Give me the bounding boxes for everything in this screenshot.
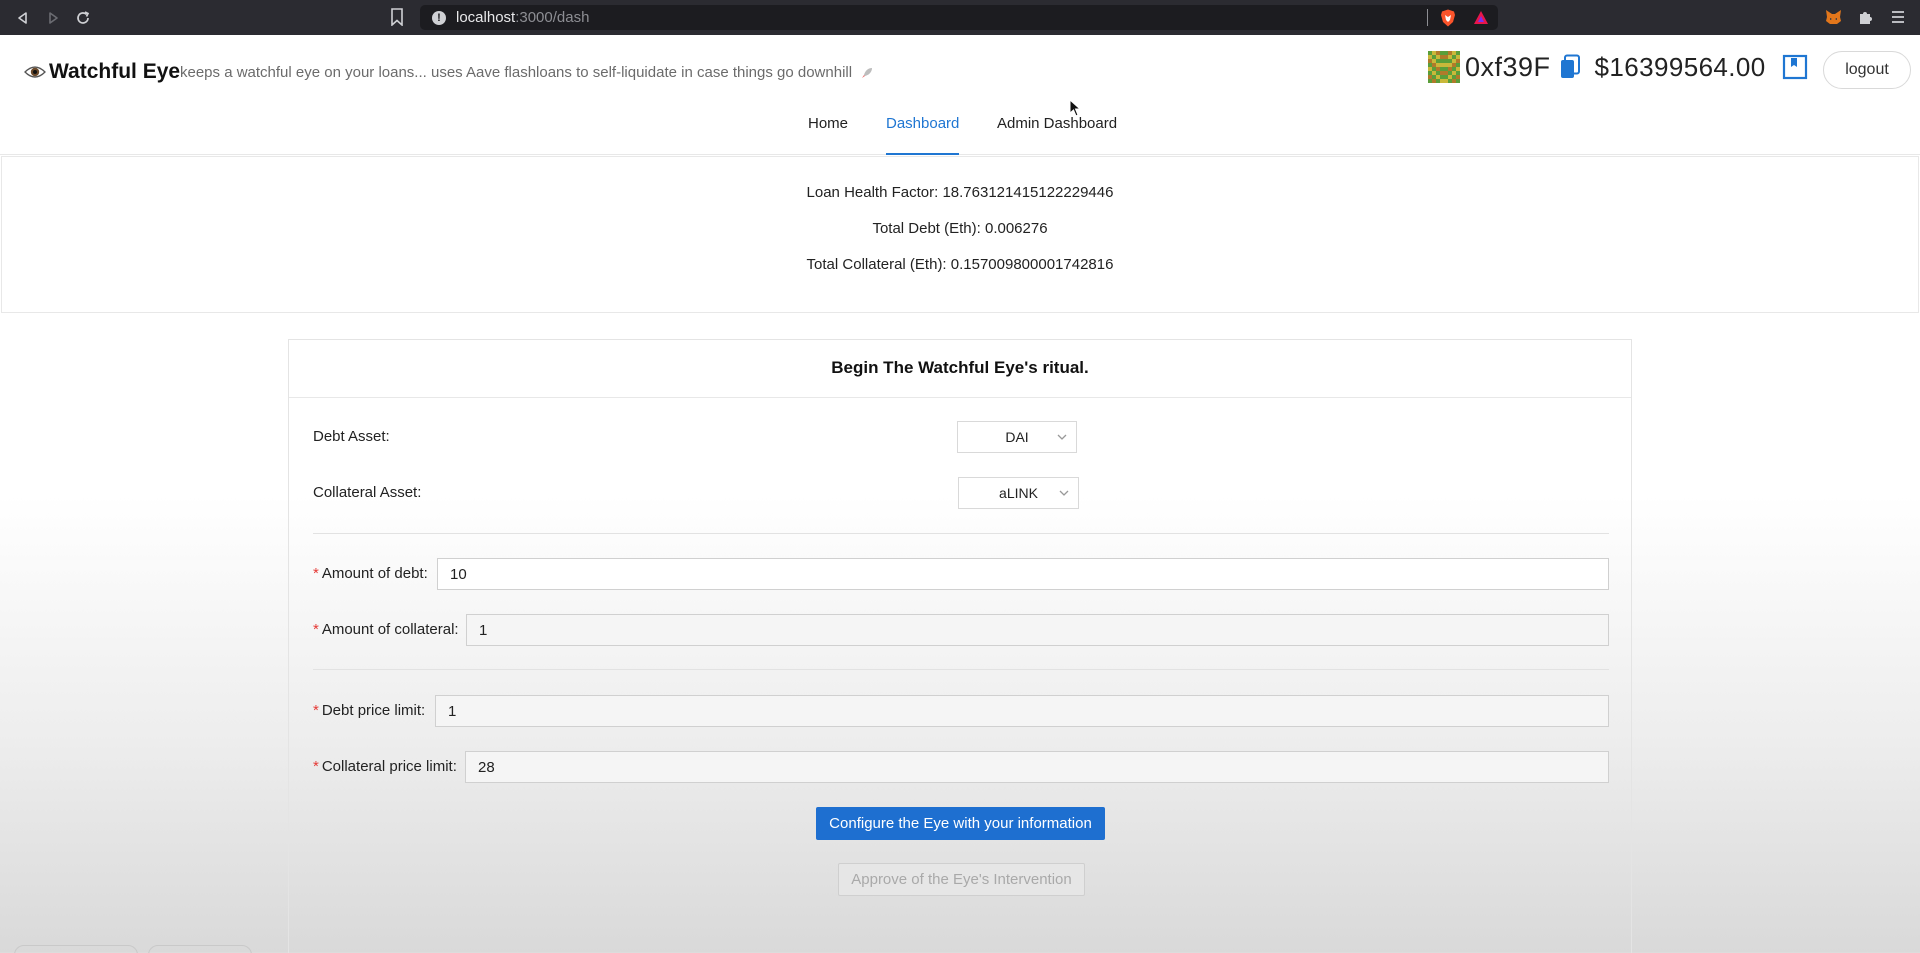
amount-debt-input[interactable] (437, 558, 1609, 590)
browser-menu-icon[interactable] (1890, 7, 1906, 27)
address-bar[interactable]: ! localhost:3000/dash (420, 5, 1498, 30)
back-icon[interactable] (8, 3, 38, 33)
divider (313, 669, 1609, 670)
chevron-down-icon (1059, 490, 1069, 496)
debt-asset-select[interactable]: DAI (957, 421, 1077, 453)
label-colon: : (421, 702, 426, 719)
site-info-icon[interactable]: ! (432, 10, 446, 25)
wallet-icon[interactable] (1782, 54, 1808, 80)
chevron-down-icon (1057, 434, 1067, 440)
tab-dashboard[interactable]: Dashboard (886, 115, 960, 155)
loan-stats-panel: Loan Health Factor: 18.76312141512222944… (1, 156, 1919, 313)
required-mark: * (313, 702, 319, 719)
debt-price-limit-label-text: Debt price limit (321, 702, 422, 719)
brand[interactable]: Watchful Eye (24, 60, 180, 84)
app-header: Watchful Eye keeps a watchful eye on you… (0, 35, 1920, 155)
label-colon: : (452, 758, 457, 775)
browser-toolbar: ! localhost:3000/dash (0, 0, 1920, 35)
collateral-price-limit-input[interactable] (465, 751, 1609, 783)
label-colon: : (423, 565, 428, 582)
collateral-asset-label: Collateral Asset: (313, 484, 421, 501)
collateral-price-limit-label-text: Collateral price limit (321, 758, 453, 775)
collateral-asset-select[interactable]: aLINK (958, 477, 1079, 509)
label-colon: : (417, 484, 422, 501)
address-bar-divider (1427, 9, 1428, 26)
reload-icon[interactable] (68, 3, 98, 33)
app-title: Watchful Eye (49, 60, 181, 83)
mouse-cursor-icon (1069, 99, 1081, 117)
debt-asset-value: DAI (1005, 429, 1029, 445)
ritual-form-card: Begin The Watchful Eye's ritual. Debt As… (288, 339, 1632, 953)
main-nav: Home Dashboard Admin Dashboard (0, 115, 1920, 155)
extensions-icon[interactable] (1857, 8, 1875, 26)
total-debt: Total Debt (Eth): 0.006276 (872, 220, 1048, 237)
debt-asset-label-text: Debt Asset (313, 428, 386, 445)
url-host: localhost (456, 9, 516, 26)
collateral-asset-value: aLINK (999, 485, 1038, 501)
bottom-control[interactable] (148, 945, 252, 953)
debt-asset-label: Debt Asset: (313, 428, 390, 445)
collateral-price-limit-label: * Collateral price limit: (313, 758, 457, 775)
required-mark: * (313, 621, 319, 638)
total-collateral: Total Collateral (Eth): 0.15700980000174… (806, 256, 1114, 273)
amount-collateral-input[interactable] (466, 614, 1609, 646)
debt-price-limit-label: * Debt price limit: (313, 702, 425, 719)
wallet-address: 0xf39F (1465, 51, 1551, 82)
brave-rewards-icon[interactable] (1473, 10, 1489, 25)
forward-icon[interactable] (38, 3, 68, 33)
url-path: :3000/dash (515, 9, 590, 26)
amount-debt-label: * Amount of debt: (313, 565, 428, 582)
amount-collateral-label-text: Amount of collateral (321, 621, 455, 638)
approve-intervention-button[interactable]: Approve of the Eye's Intervention (838, 863, 1085, 896)
amount-collateral-label: * Amount of collateral: (313, 621, 459, 638)
tab-admin-dashboard[interactable]: Admin Dashboard (997, 115, 1117, 155)
label-colon: : (385, 428, 390, 445)
divider (313, 533, 1609, 534)
eye-icon (24, 66, 46, 78)
wallet-balance: $16399564.00 (1594, 51, 1766, 82)
label-colon: : (454, 621, 459, 638)
rocket-icon (862, 68, 873, 79)
bookmark-icon[interactable] (390, 8, 404, 26)
tagline-text: keeps a watchful eye on your loans... us… (180, 64, 853, 81)
configure-eye-button[interactable]: Configure the Eye with your information (816, 807, 1105, 840)
bottom-control[interactable] (14, 945, 138, 953)
copy-icon[interactable] (1559, 54, 1581, 80)
form-heading: Begin The Watchful Eye's ritual. (289, 340, 1631, 398)
collateral-asset-label-text: Collateral Asset (313, 484, 418, 501)
loan-health-factor: Loan Health Factor: 18.76312141512222944… (806, 184, 1114, 201)
debt-price-limit-input[interactable] (435, 695, 1609, 727)
logout-button[interactable]: logout (1823, 51, 1911, 89)
metamask-extension-icon[interactable] (1825, 9, 1842, 25)
account-info: 0xf39F $16399564.00 (1428, 49, 1766, 85)
required-mark: * (313, 758, 319, 775)
amount-debt-label-text: Amount of debt (321, 565, 424, 582)
brave-shields-icon[interactable] (1440, 9, 1456, 27)
avatar (1428, 51, 1460, 83)
required-mark: * (313, 565, 319, 582)
tab-home[interactable]: Home (808, 115, 848, 155)
app-tagline: keeps a watchful eye on your loans... us… (180, 64, 874, 81)
